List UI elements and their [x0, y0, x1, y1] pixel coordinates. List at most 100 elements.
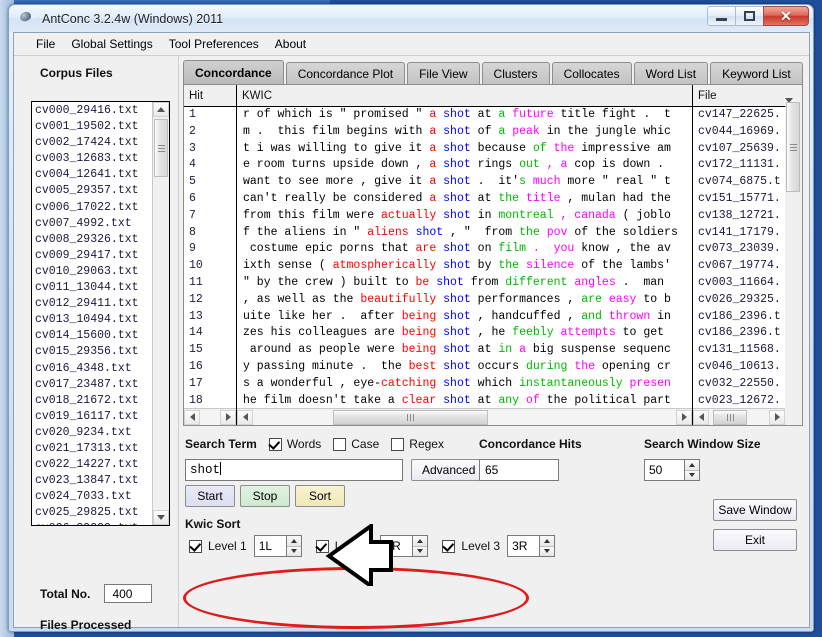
corpus-file-item[interactable]: cv014_15600.txt	[35, 328, 152, 344]
close-button[interactable]: ✕	[763, 6, 809, 26]
level-3-input[interactable]: 3R	[507, 535, 539, 557]
corpus-file-item[interactable]: cv008_29326.txt	[35, 232, 152, 248]
level-1-spin-buttons[interactable]	[286, 535, 302, 557]
corpus-file-item[interactable]: cv009_29417.txt	[35, 248, 152, 264]
corpus-file-item[interactable]: cv011_13044.txt	[35, 280, 152, 296]
search-window-size-stepper[interactable]: 50	[644, 459, 761, 481]
stop-button[interactable]: Stop	[240, 485, 290, 507]
kwic-row[interactable]: y passing minute . the best shot occurs …	[237, 359, 692, 376]
corpus-file-item[interactable]: cv021_17313.txt	[35, 441, 152, 457]
kwic-row[interactable]: costume epic porns that are shot on film…	[237, 241, 692, 258]
kwic-row[interactable]: , as well as the beautifully shot perfor…	[237, 292, 692, 309]
tab-word-list[interactable]: Word List	[634, 62, 708, 85]
hit-scroll-right-button[interactable]	[220, 410, 236, 425]
scroll-up-button[interactable]	[153, 102, 169, 117]
menu-item-global-settings[interactable]: Global Settings	[63, 35, 160, 53]
kwic-row[interactable]: from this film were actually shot in mon…	[237, 208, 692, 225]
corpus-file-item[interactable]: cv004_12641.txt	[35, 167, 152, 183]
spin-up-button[interactable]	[685, 460, 699, 471]
corpus-file-list-body[interactable]: cv000_29416.txtcv001_19502.txtcv002_1742…	[32, 102, 152, 525]
corpus-file-item[interactable]: cv024_7033.txt	[35, 489, 152, 505]
tab-collocates[interactable]: Collocates	[552, 62, 632, 85]
hit-scroll-left-button[interactable]	[184, 410, 200, 425]
save-window-button[interactable]: Save Window	[713, 499, 797, 521]
spin-down-button[interactable]	[540, 547, 554, 557]
kwic-row[interactable]: e room turns upside down , a shot rings …	[237, 157, 692, 174]
corpus-file-item[interactable]: cv020_9234.txt	[35, 425, 152, 441]
spin-down-button[interactable]	[287, 547, 301, 557]
kwic-row[interactable]: r of which is " promised " a shot at a f…	[237, 107, 692, 124]
corpus-file-item[interactable]: cv006_17022.txt	[35, 200, 152, 216]
menu-item-tool-preferences[interactable]: Tool Preferences	[161, 35, 267, 53]
case-checkbox[interactable]	[333, 438, 346, 451]
corpus-file-item[interactable]: cv013_10494.txt	[35, 312, 152, 328]
hit-column-scrollbar[interactable]	[184, 408, 236, 425]
search-window-size-spin-buttons[interactable]	[684, 459, 700, 481]
concordance-vertical-scrollbar[interactable]	[785, 85, 802, 425]
corpus-file-item[interactable]: cv016_4348.txt	[35, 361, 152, 377]
file-scroll-right-button[interactable]	[769, 410, 785, 425]
kwic-row[interactable]: uite like her . after being shot , handc…	[237, 309, 692, 326]
regex-checkbox-group[interactable]: Regex	[391, 437, 444, 451]
kwic-row[interactable]: want to see more , give it a shot . it's…	[237, 174, 692, 191]
kwic-row[interactable]: can't really be considered a shot at the…	[237, 191, 692, 208]
tab-concordance[interactable]: Concordance	[183, 60, 284, 85]
tab-file-view[interactable]: File View	[407, 62, 479, 85]
corpus-file-item[interactable]: cv022_14227.txt	[35, 457, 152, 473]
level-1-stepper[interactable]: 1L	[254, 535, 302, 557]
hit-scroll-track[interactable]	[200, 410, 220, 425]
kwic-row[interactable]: zes his colleagues are being shot , he f…	[237, 325, 692, 342]
corpus-file-item[interactable]: cv018_21672.txt	[35, 393, 152, 409]
kwic-row[interactable]: around as people were being shot at in a…	[237, 342, 692, 359]
search-input[interactable]: shot	[185, 459, 403, 481]
case-checkbox-group[interactable]: Case	[333, 437, 379, 451]
scrollbar-thumb[interactable]	[154, 119, 168, 177]
corpus-file-item[interactable]: cv010_29063.txt	[35, 264, 152, 280]
minimize-button[interactable]	[707, 6, 736, 26]
scroll-down-button[interactable]	[153, 510, 169, 525]
kwic-row[interactable]: m . this film begins with a shot of a pe…	[237, 124, 692, 141]
corpus-file-item[interactable]: cv007_4992.txt	[35, 216, 152, 232]
corpus-file-item[interactable]: cv003_12683.txt	[35, 151, 152, 167]
menu-item-about[interactable]: About	[267, 35, 314, 53]
corpus-file-item[interactable]: cv017_23487.txt	[35, 377, 152, 393]
file-scroll-track[interactable]	[709, 410, 769, 425]
level-3-spin-buttons[interactable]	[539, 535, 555, 557]
corpus-file-item[interactable]: cv019_16117.txt	[35, 409, 152, 425]
level-2-spin-buttons[interactable]	[412, 535, 428, 557]
concordance-scrollbar-thumb[interactable]	[786, 102, 800, 192]
corpus-file-item[interactable]: cv015_29356.txt	[35, 344, 152, 360]
kwic-row[interactable]: ixth sense ( atmospherically shot by the…	[237, 258, 692, 275]
spin-up-button[interactable]	[287, 536, 301, 547]
spin-down-button[interactable]	[685, 471, 699, 481]
kwic-column-body[interactable]: r of which is " promised " a shot at a f…	[237, 107, 692, 408]
corpus-file-item[interactable]: cv001_19502.txt	[35, 119, 152, 135]
corpus-file-item[interactable]: cv000_29416.txt	[35, 103, 152, 119]
kwic-row[interactable]: f the aliens in " aliens shot , " from t…	[237, 225, 692, 242]
kwic-scroll-left-button[interactable]	[237, 410, 253, 425]
menu-item-file[interactable]: File	[28, 35, 63, 53]
advanced-button[interactable]: Advanced	[411, 459, 486, 481]
spin-down-button[interactable]	[413, 547, 427, 557]
kwic-scroll-track[interactable]	[253, 410, 676, 425]
corpus-file-list[interactable]: cv000_29416.txtcv001_19502.txtcv002_1742…	[31, 101, 170, 526]
sort-button[interactable]: Sort	[295, 485, 345, 507]
kwic-scroll-right-button[interactable]	[676, 410, 692, 425]
level-1-input[interactable]: 1L	[254, 535, 286, 557]
words-checkbox[interactable]	[269, 438, 282, 451]
regex-checkbox[interactable]	[391, 438, 404, 451]
tab-keyword-list[interactable]: Keyword List	[710, 62, 803, 85]
file-scrollbar-thumb[interactable]	[713, 410, 747, 425]
file-column-scrollbar[interactable]	[693, 408, 785, 425]
exit-button[interactable]: Exit	[713, 529, 797, 551]
tab-clusters[interactable]: Clusters	[482, 62, 550, 85]
level-3-stepper[interactable]: 3R	[507, 535, 555, 557]
words-checkbox-group[interactable]: Words	[269, 437, 321, 451]
corpus-file-item[interactable]: cv023_13847.txt	[35, 473, 152, 489]
corpus-file-item[interactable]: cv025_29825.txt	[35, 505, 152, 521]
spin-up-button[interactable]	[540, 536, 554, 547]
kwic-row[interactable]: he film doesn't take a clear shot at any…	[237, 393, 692, 408]
search-window-size-input[interactable]: 50	[644, 459, 684, 481]
corpus-file-item[interactable]: cv002_17424.txt	[35, 135, 152, 151]
corpus-file-list-scrollbar[interactable]	[152, 102, 169, 525]
